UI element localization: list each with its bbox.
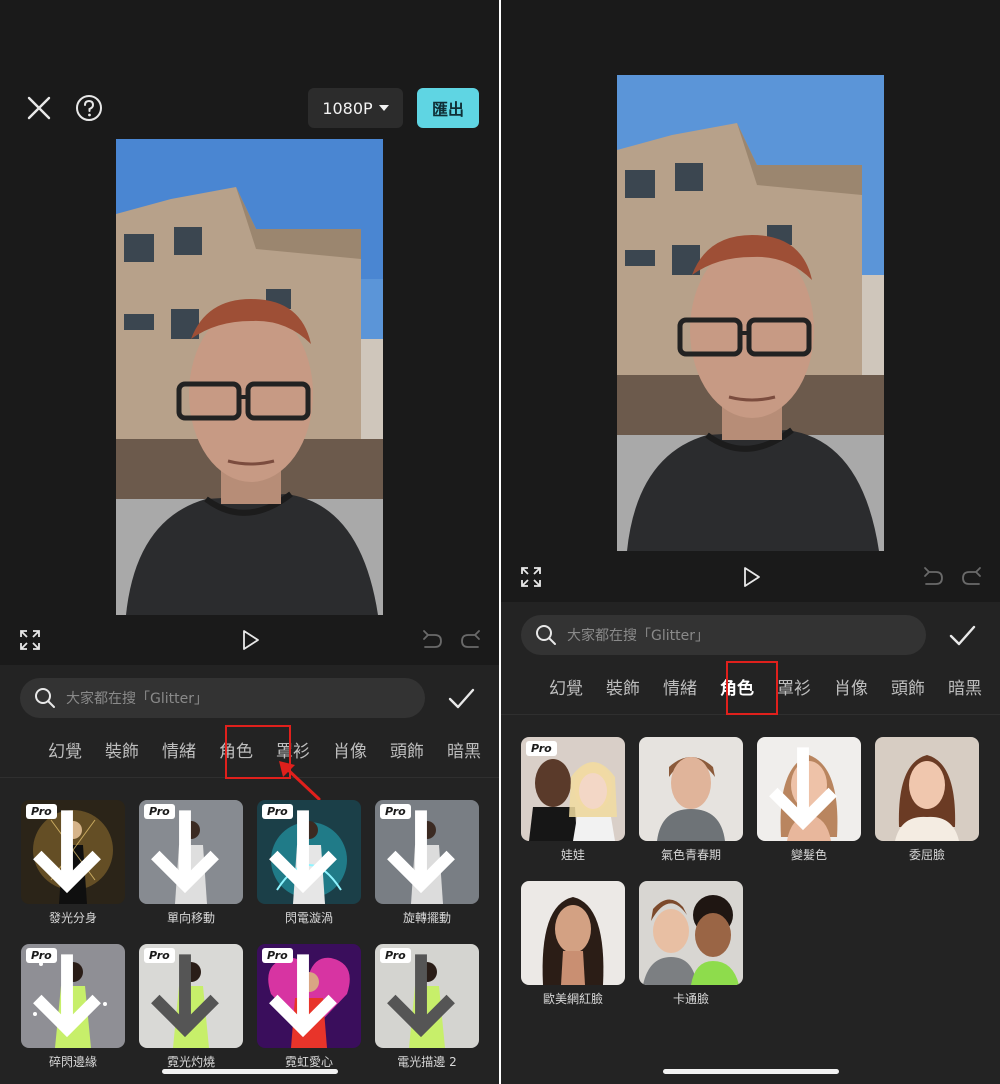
- effect-card[interactable]: Pro 發光分身: [21, 800, 125, 926]
- download-icon: [387, 810, 455, 894]
- effect-thumbnail: Pro: [21, 800, 125, 904]
- effect-label: 歐美網紅臉: [542, 992, 603, 1006]
- download-icon: [33, 810, 101, 894]
- effect-card[interactable]: Pro 電光描邊 2: [375, 944, 479, 1070]
- effect-label: 變髮色: [790, 848, 827, 862]
- effect-label: 委屈臉: [908, 848, 945, 862]
- download-icon: [387, 954, 455, 1038]
- highlight-box: [726, 661, 778, 715]
- effect-card[interactable]: Pro 霓光灼燒: [139, 944, 243, 1070]
- tab-illusion[interactable]: 幻覺: [549, 674, 583, 699]
- effect-label: 碎閃邊緣: [48, 1055, 97, 1069]
- effect-label: 氣色青春期: [660, 848, 721, 862]
- video-frame-image: [617, 75, 884, 551]
- effect-thumbnail: [521, 881, 625, 985]
- home-indicator: [161, 1069, 338, 1074]
- effect-label: 霓虹愛心: [284, 1055, 333, 1069]
- effect-thumbnail: [639, 881, 743, 985]
- effect-thumbnail: Pro: [139, 800, 243, 904]
- effect-label: 電光描邊 2: [397, 1055, 457, 1069]
- undo-icon[interactable]: [420, 628, 444, 652]
- tab-emotion[interactable]: 情緒: [663, 674, 697, 699]
- effect-card[interactable]: 氣色青春期: [639, 737, 743, 863]
- effects-panel: 大家都在搜「Glitter」 幻覺 裝飾 情緒 角色 罩衫 肖像 頭飾 暗黑 P…: [501, 602, 1000, 1084]
- resolution-label: 1080P: [322, 98, 373, 118]
- search-input[interactable]: 大家都在搜「Glitter」: [20, 678, 425, 718]
- effect-card[interactable]: 卡通臉: [639, 881, 743, 1007]
- effects-panel: 大家都在搜「Glitter」 幻覺 裝飾 情緒 角色 罩衫 肖像 頭飾 暗黑 P…: [0, 665, 499, 1084]
- tab-decoration[interactable]: 裝飾: [105, 737, 139, 762]
- tab-illusion[interactable]: 幻覺: [48, 737, 82, 762]
- effect-card[interactable]: Pro 霓虹愛心: [257, 944, 361, 1070]
- play-icon[interactable]: [739, 565, 763, 589]
- confirm-check-icon[interactable]: [947, 620, 977, 650]
- tab-decoration[interactable]: 裝飾: [606, 674, 640, 699]
- video-preview[interactable]: [116, 139, 383, 615]
- effect-card[interactable]: 委屈臉: [875, 737, 979, 863]
- search-input[interactable]: 大家都在搜「Glitter」: [521, 615, 926, 655]
- effect-card[interactable]: Pro 閃電漩渦: [257, 800, 361, 926]
- effect-label: 閃電漩渦: [284, 911, 333, 925]
- undo-icon[interactable]: [921, 565, 945, 589]
- search-placeholder: 大家都在搜「Glitter」: [66, 691, 208, 707]
- confirm-check-icon[interactable]: [446, 683, 476, 713]
- tab-dark[interactable]: 暗黑: [447, 737, 481, 762]
- effect-label: 霓光灼燒: [166, 1055, 215, 1069]
- download-icon: [769, 747, 837, 831]
- search-icon: [35, 688, 55, 708]
- video-preview[interactable]: [617, 75, 884, 551]
- tab-blouse[interactable]: 罩衫: [777, 674, 811, 699]
- resolution-dropdown[interactable]: 1080P: [308, 88, 403, 128]
- effect-label: 發光分身: [48, 911, 97, 925]
- arrow-pointer-icon: [279, 761, 321, 801]
- search-placeholder: 大家都在搜「Glitter」: [567, 628, 709, 644]
- chevron-down-icon: [378, 105, 389, 111]
- tab-headwear[interactable]: 頭飾: [891, 674, 925, 699]
- right-screen: 大家都在搜「Glitter」 幻覺 裝飾 情緒 角色 罩衫 肖像 頭飾 暗黑 P…: [501, 0, 1000, 1084]
- effect-thumbnail: Pro: [257, 800, 361, 904]
- effect-card[interactable]: 歐美網紅臉: [521, 881, 625, 1007]
- effect-card[interactable]: Pro 碎閃邊緣: [21, 944, 125, 1070]
- effect-card[interactable]: Pro 娃娃: [521, 737, 625, 863]
- effect-label: 單向移動: [166, 911, 215, 925]
- play-icon[interactable]: [238, 628, 262, 652]
- effect-label: 娃娃: [560, 848, 585, 862]
- tab-dark[interactable]: 暗黑: [948, 674, 982, 699]
- help-icon[interactable]: [74, 93, 104, 123]
- effect-label: 卡通臉: [672, 992, 709, 1006]
- effect-thumbnail: [757, 737, 861, 841]
- effect-card[interactable]: Pro 旋轉擺動: [375, 800, 479, 926]
- effect-thumbnail: Pro: [521, 737, 625, 841]
- search-icon: [536, 625, 556, 645]
- tab-portrait[interactable]: 肖像: [834, 674, 868, 699]
- fullscreen-icon[interactable]: [519, 565, 543, 589]
- tab-portrait[interactable]: 肖像: [333, 737, 367, 762]
- download-icon: [33, 954, 101, 1038]
- download-icon: [269, 954, 337, 1038]
- effect-thumbnail: Pro: [257, 944, 361, 1048]
- effect-card[interactable]: 變髮色: [757, 737, 861, 863]
- home-indicator: [662, 1069, 839, 1074]
- effect-label: 旋轉擺動: [402, 911, 451, 925]
- left-screen: 1080P 匯出 大家都在搜「Glitter」 幻覺 裝飾 情緒 角色 罩衫 肖…: [0, 0, 499, 1084]
- close-icon[interactable]: [24, 93, 54, 123]
- export-button[interactable]: 匯出: [417, 88, 479, 128]
- download-icon: [151, 810, 219, 894]
- effect-card[interactable]: Pro 單向移動: [139, 800, 243, 926]
- effect-thumbnail: Pro: [139, 944, 243, 1048]
- video-frame-image: [116, 139, 383, 615]
- download-icon: [151, 954, 219, 1038]
- redo-icon[interactable]: [459, 628, 483, 652]
- redo-icon[interactable]: [960, 565, 984, 589]
- pro-badge: Pro: [526, 741, 557, 756]
- fullscreen-icon[interactable]: [18, 628, 42, 652]
- effect-thumbnail: Pro: [21, 944, 125, 1048]
- download-icon: [269, 810, 337, 894]
- tab-headwear[interactable]: 頭飾: [390, 737, 424, 762]
- effect-thumbnail: [875, 737, 979, 841]
- tab-emotion[interactable]: 情緒: [162, 737, 196, 762]
- effect-thumbnail: [639, 737, 743, 841]
- effect-thumbnail: Pro: [375, 944, 479, 1048]
- effect-thumbnail: Pro: [375, 800, 479, 904]
